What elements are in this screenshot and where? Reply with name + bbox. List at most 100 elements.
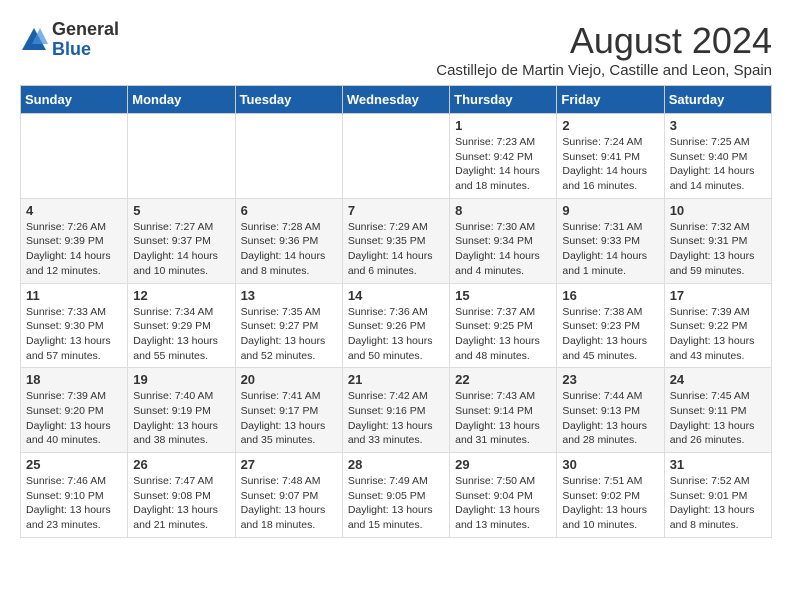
day-number: 16 (562, 288, 658, 303)
logo-icon (20, 26, 48, 54)
day-number: 1 (455, 118, 551, 133)
day-info: Sunrise: 7:47 AM Sunset: 9:08 PM Dayligh… (133, 474, 229, 533)
calendar-header-row: SundayMondayTuesdayWednesdayThursdayFrid… (21, 86, 772, 114)
calendar-header-friday: Friday (557, 86, 664, 114)
calendar-cell: 22 Sunrise: 7:43 AM Sunset: 9:14 PM Dayli… (450, 368, 557, 453)
day-number: 22 (455, 372, 551, 387)
calendar-cell (235, 114, 342, 199)
calendar-cell (21, 114, 128, 199)
logo-blue-text: Blue (52, 40, 119, 60)
location: Castillejo de Martin Viejo, Castille and… (436, 62, 772, 79)
day-number: 3 (670, 118, 766, 133)
day-number: 11 (26, 288, 122, 303)
calendar-cell (128, 114, 235, 199)
calendar-cell: 18 Sunrise: 7:39 AM Sunset: 9:20 PM Dayli… (21, 368, 128, 453)
day-info: Sunrise: 7:23 AM Sunset: 9:42 PM Dayligh… (455, 135, 551, 194)
calendar-cell: 9Sunrise: 7:31 AM Sunset: 9:33 PM Daylig… (557, 198, 664, 283)
calendar-cell: 14 Sunrise: 7:36 AM Sunset: 9:26 PM Dayli… (342, 283, 449, 368)
calendar-week-row: 11 Sunrise: 7:33 AM Sunset: 9:30 PM Dayli… (21, 283, 772, 368)
day-info: Sunrise: 7:40 AM Sunset: 9:19 PM Dayligh… (133, 389, 229, 448)
day-info: Sunrise: 7:31 AM Sunset: 9:33 PM Dayligh… (562, 220, 658, 279)
calendar-cell: 24Sunrise: 7:45 AM Sunset: 9:11 PM Dayli… (664, 368, 771, 453)
day-info: Sunrise: 7:24 AM Sunset: 9:41 PM Dayligh… (562, 135, 658, 194)
calendar-cell: 27 Sunrise: 7:48 AM Sunset: 9:07 PM Dayli… (235, 453, 342, 538)
logo: General Blue (20, 20, 119, 60)
calendar-cell: 21 Sunrise: 7:42 AM Sunset: 9:16 PM Dayli… (342, 368, 449, 453)
day-number: 7 (348, 203, 444, 218)
calendar-header-monday: Monday (128, 86, 235, 114)
day-info: Sunrise: 7:43 AM Sunset: 9:14 PM Dayligh… (455, 389, 551, 448)
calendar: SundayMondayTuesdayWednesdayThursdayFrid… (20, 85, 772, 538)
day-info: Sunrise: 7:48 AM Sunset: 9:07 PM Dayligh… (241, 474, 337, 533)
day-number: 13 (241, 288, 337, 303)
day-number: 28 (348, 457, 444, 472)
day-info: Sunrise: 7:41 AM Sunset: 9:17 PM Dayligh… (241, 389, 337, 448)
calendar-week-row: 1 Sunrise: 7:23 AM Sunset: 9:42 PM Daylig… (21, 114, 772, 199)
calendar-cell: 30 Sunrise: 7:51 AM Sunset: 9:02 PM Dayli… (557, 453, 664, 538)
day-info: Sunrise: 7:50 AM Sunset: 9:04 PM Dayligh… (455, 474, 551, 533)
day-number: 17 (670, 288, 766, 303)
day-info: Sunrise: 7:49 AM Sunset: 9:05 PM Dayligh… (348, 474, 444, 533)
day-info: Sunrise: 7:39 AM Sunset: 9:20 PM Dayligh… (26, 389, 122, 448)
calendar-cell: 1 Sunrise: 7:23 AM Sunset: 9:42 PM Daylig… (450, 114, 557, 199)
calendar-cell: 28 Sunrise: 7:49 AM Sunset: 9:05 PM Dayli… (342, 453, 449, 538)
calendar-cell: 8Sunrise: 7:30 AM Sunset: 9:34 PM Daylig… (450, 198, 557, 283)
day-number: 19 (133, 372, 229, 387)
day-number: 2 (562, 118, 658, 133)
calendar-cell: 11 Sunrise: 7:33 AM Sunset: 9:30 PM Dayli… (21, 283, 128, 368)
day-info: Sunrise: 7:36 AM Sunset: 9:26 PM Dayligh… (348, 305, 444, 364)
day-info: Sunrise: 7:42 AM Sunset: 9:16 PM Dayligh… (348, 389, 444, 448)
day-number: 30 (562, 457, 658, 472)
day-info: Sunrise: 7:28 AM Sunset: 9:36 PM Dayligh… (241, 220, 337, 279)
calendar-cell (342, 114, 449, 199)
day-info: Sunrise: 7:37 AM Sunset: 9:25 PM Dayligh… (455, 305, 551, 364)
day-info: Sunrise: 7:39 AM Sunset: 9:22 PM Dayligh… (670, 305, 766, 364)
day-number: 26 (133, 457, 229, 472)
day-info: Sunrise: 7:27 AM Sunset: 9:37 PM Dayligh… (133, 220, 229, 279)
day-info: Sunrise: 7:46 AM Sunset: 9:10 PM Dayligh… (26, 474, 122, 533)
calendar-week-row: 25Sunrise: 7:46 AM Sunset: 9:10 PM Dayli… (21, 453, 772, 538)
calendar-cell: 6 Sunrise: 7:28 AM Sunset: 9:36 PM Daylig… (235, 198, 342, 283)
calendar-header-sunday: Sunday (21, 86, 128, 114)
day-info: Sunrise: 7:45 AM Sunset: 9:11 PM Dayligh… (670, 389, 766, 448)
day-number: 18 (26, 372, 122, 387)
day-number: 5 (133, 203, 229, 218)
calendar-cell: 2 Sunrise: 7:24 AM Sunset: 9:41 PM Daylig… (557, 114, 664, 199)
calendar-cell: 25Sunrise: 7:46 AM Sunset: 9:10 PM Dayli… (21, 453, 128, 538)
day-number: 31 (670, 457, 766, 472)
calendar-cell: 26 Sunrise: 7:47 AM Sunset: 9:08 PM Dayli… (128, 453, 235, 538)
day-number: 27 (241, 457, 337, 472)
calendar-cell: 31 Sunrise: 7:52 AM Sunset: 9:01 PM Dayli… (664, 453, 771, 538)
day-number: 12 (133, 288, 229, 303)
day-info: Sunrise: 7:44 AM Sunset: 9:13 PM Dayligh… (562, 389, 658, 448)
day-number: 23 (562, 372, 658, 387)
calendar-week-row: 4 Sunrise: 7:26 AM Sunset: 9:39 PM Daylig… (21, 198, 772, 283)
calendar-cell: 10Sunrise: 7:32 AM Sunset: 9:31 PM Dayli… (664, 198, 771, 283)
day-info: Sunrise: 7:33 AM Sunset: 9:30 PM Dayligh… (26, 305, 122, 364)
calendar-cell: 3Sunrise: 7:25 AM Sunset: 9:40 PM Daylig… (664, 114, 771, 199)
calendar-header-wednesday: Wednesday (342, 86, 449, 114)
day-info: Sunrise: 7:29 AM Sunset: 9:35 PM Dayligh… (348, 220, 444, 279)
calendar-cell: 15Sunrise: 7:37 AM Sunset: 9:25 PM Dayli… (450, 283, 557, 368)
month-year: August 2024 (436, 20, 772, 62)
calendar-cell: 19 Sunrise: 7:40 AM Sunset: 9:19 PM Dayli… (128, 368, 235, 453)
day-info: Sunrise: 7:26 AM Sunset: 9:39 PM Dayligh… (26, 220, 122, 279)
day-info: Sunrise: 7:38 AM Sunset: 9:23 PM Dayligh… (562, 305, 658, 364)
logo-general-text: General (52, 20, 119, 40)
day-number: 21 (348, 372, 444, 387)
day-info: Sunrise: 7:51 AM Sunset: 9:02 PM Dayligh… (562, 474, 658, 533)
calendar-header-tuesday: Tuesday (235, 86, 342, 114)
day-info: Sunrise: 7:34 AM Sunset: 9:29 PM Dayligh… (133, 305, 229, 364)
calendar-cell: 7 Sunrise: 7:29 AM Sunset: 9:35 PM Daylig… (342, 198, 449, 283)
calendar-cell: 16 Sunrise: 7:38 AM Sunset: 9:23 PM Dayli… (557, 283, 664, 368)
day-number: 6 (241, 203, 337, 218)
day-number: 20 (241, 372, 337, 387)
day-number: 14 (348, 288, 444, 303)
calendar-cell: 12 Sunrise: 7:34 AM Sunset: 9:29 PM Dayli… (128, 283, 235, 368)
calendar-cell: 17 Sunrise: 7:39 AM Sunset: 9:22 PM Dayli… (664, 283, 771, 368)
day-info: Sunrise: 7:52 AM Sunset: 9:01 PM Dayligh… (670, 474, 766, 533)
day-number: 4 (26, 203, 122, 218)
calendar-header-saturday: Saturday (664, 86, 771, 114)
day-number: 8 (455, 203, 551, 218)
calendar-cell: 4 Sunrise: 7:26 AM Sunset: 9:39 PM Daylig… (21, 198, 128, 283)
